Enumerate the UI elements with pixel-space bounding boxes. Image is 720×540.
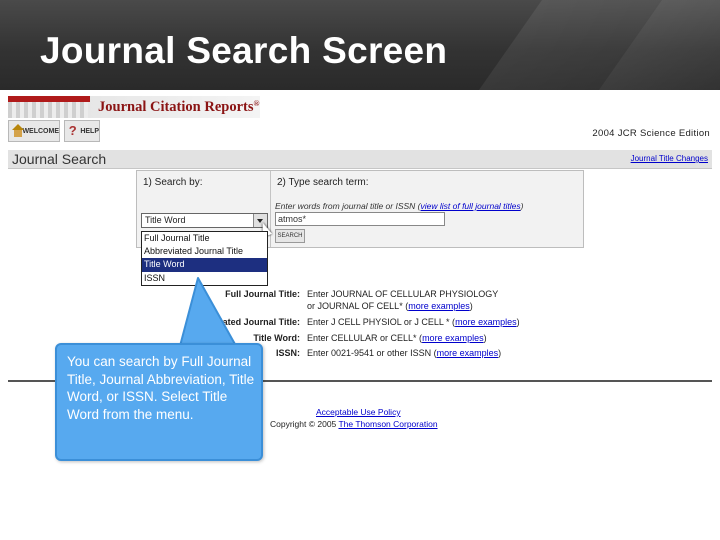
callout-text: You can search by Full Journal Title, Jo…: [67, 354, 255, 422]
welcome-button[interactable]: WELCOME: [8, 120, 60, 142]
search-term-input[interactable]: [275, 212, 445, 226]
example-suffix: ): [483, 333, 487, 343]
example-label: Abbreviated Journal Title:: [189, 317, 300, 327]
slide-header: Journal Search Screen: [0, 0, 720, 90]
example-label: Full Journal Title:: [225, 289, 300, 299]
journal-search-bar: Journal Search Journal Title Changes: [8, 150, 712, 169]
dropdown-option[interactable]: Full Journal Title: [142, 232, 267, 245]
copyright-text: Copyright © 2005: [270, 419, 339, 429]
dropdown-option[interactable]: Title Word: [142, 258, 267, 272]
view-journal-titles-link[interactable]: view list of full journal titles: [421, 201, 521, 211]
search-by-label: 1) Search by:: [143, 177, 203, 188]
example-line: Enter JOURNAL OF CELLULAR PHYSIOLOGY: [307, 289, 499, 299]
example-text: Enter CELLULAR or CELL* (more examples): [307, 333, 487, 343]
example-line: or JOURNAL OF CELL* (: [307, 301, 409, 311]
more-examples-link[interactable]: more examples: [455, 317, 517, 327]
hint-suffix: ): [520, 201, 524, 211]
question-mark-icon: ?: [68, 123, 77, 138]
thomson-corporation-link[interactable]: The Thomson Corporation: [338, 419, 437, 429]
example-text: Enter JOURNAL OF CELLULAR PHYSIOLOGY: [307, 289, 498, 299]
search-button[interactable]: SEARCH: [275, 229, 305, 243]
help-button[interactable]: ? HELP: [64, 120, 100, 142]
example-line: Enter 0021-9541 or other ISSN (: [307, 348, 437, 358]
banner-red-bar: [8, 96, 90, 102]
example-text: or JOURNAL OF CELL* (more examples): [307, 301, 473, 311]
example-suffix: ): [469, 301, 473, 311]
example-text: Enter 0021-9541 or other ISSN (more exam…: [307, 348, 501, 358]
home-icon: [11, 124, 25, 138]
copyright-notice: Copyright © 2005 The Thomson Corporation: [270, 419, 438, 429]
slide-title: Journal Search Screen: [40, 30, 448, 71]
jcr-logo-text: Journal Citation Reports: [98, 99, 254, 115]
search-hint: Enter words from journal title or ISSN (…: [275, 201, 524, 211]
select-value: Title Word: [145, 215, 186, 225]
more-examples-link[interactable]: more examples: [437, 348, 499, 358]
example-suffix: ): [498, 348, 502, 358]
jcr-logo: Journal Citation Reports®: [98, 99, 259, 116]
example-line: Enter J CELL PHYSIOL or J CELL * (: [307, 317, 456, 327]
hint-prefix: Enter words from journal title or ISSN (: [275, 201, 421, 211]
jcr-logo-banner: Journal Citation Reports®: [8, 96, 260, 118]
dropdown-option[interactable]: ISSN: [142, 272, 267, 285]
help-label: HELP: [80, 127, 99, 135]
welcome-label: WELCOME: [22, 127, 59, 135]
search-by-select[interactable]: Title Word: [141, 213, 268, 228]
dropdown-option[interactable]: Abbreviated Journal Title: [142, 245, 267, 258]
edition-label: 2004 JCR Science Edition: [592, 128, 710, 139]
form-divider: [270, 171, 271, 247]
example-line: Enter CELLULAR or CELL* (: [307, 333, 423, 343]
acceptable-use-policy-link[interactable]: Acceptable Use Policy: [316, 407, 401, 417]
more-examples-link[interactable]: more examples: [422, 333, 484, 343]
instruction-callout: You can search by Full Journal Title, Jo…: [55, 343, 263, 461]
example-label: Title Word:: [253, 333, 300, 343]
more-examples-link[interactable]: more examples: [408, 301, 470, 311]
example-text: Enter J CELL PHYSIOL or J CELL * (more e…: [307, 317, 520, 327]
search-term-label: 2) Type search term:: [277, 177, 369, 188]
journal-search-title: Journal Search: [12, 151, 107, 167]
journal-title-changes-link[interactable]: Journal Title Changes: [631, 154, 708, 163]
registered-mark: ®: [253, 99, 260, 108]
example-suffix: ): [516, 317, 520, 327]
search-by-dropdown[interactable]: Full Journal Title Abbreviated Journal Ti…: [141, 231, 268, 286]
